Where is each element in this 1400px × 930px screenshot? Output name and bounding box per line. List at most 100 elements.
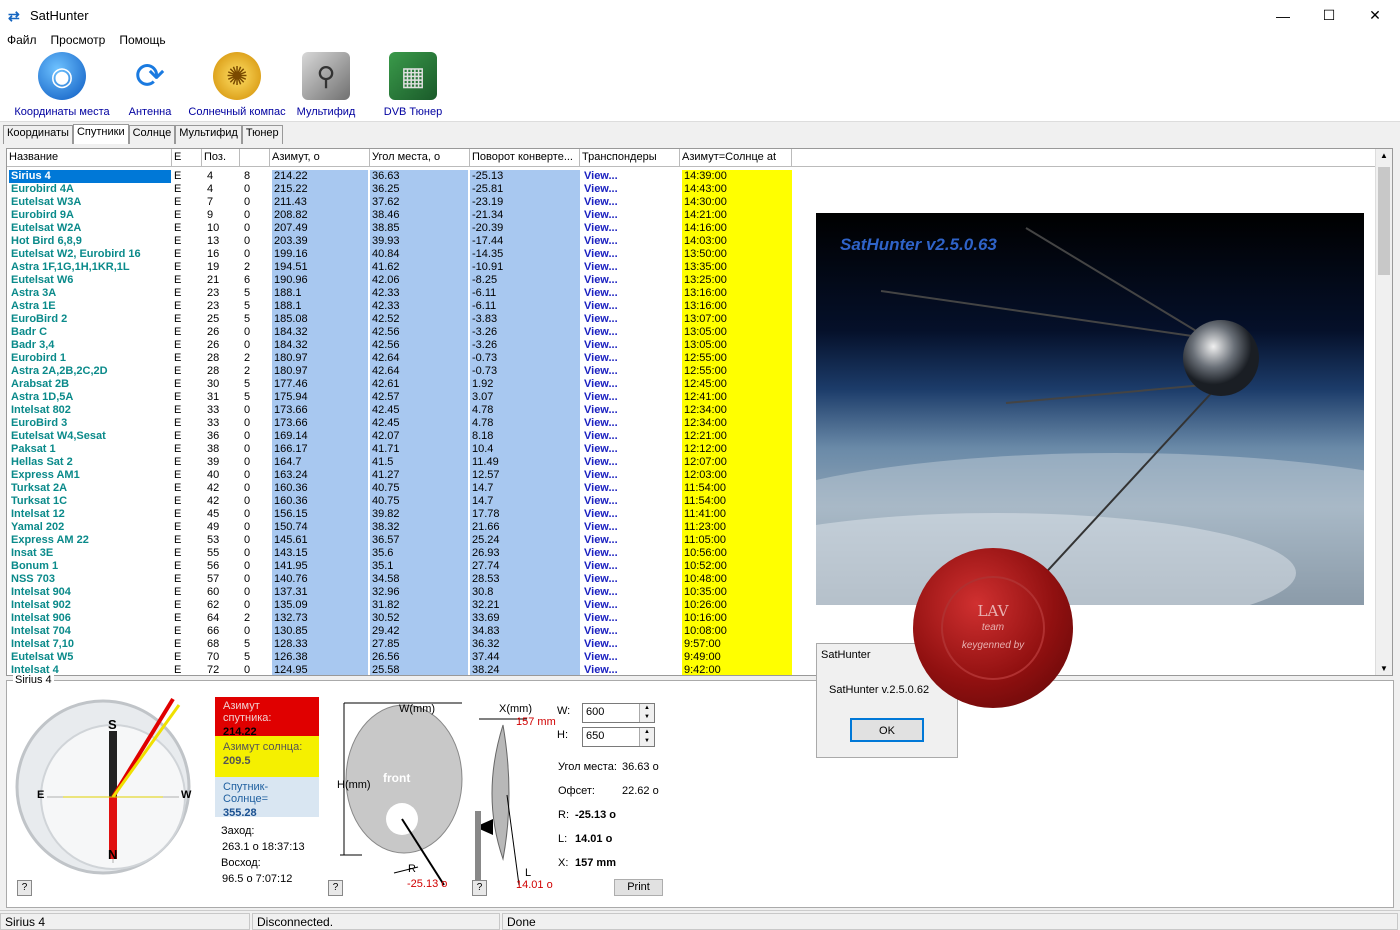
cell-transponders-link[interactable]: View... — [582, 469, 680, 482]
cell-pos: 10 — [207, 222, 220, 234]
cell-e: E — [174, 430, 182, 442]
tab-sun[interactable]: Солнце — [128, 125, 176, 144]
minimize-button[interactable]: — — [1260, 0, 1306, 31]
cell-transponders-link[interactable]: View... — [582, 443, 680, 456]
cell-elevation: 36.63 — [370, 170, 468, 183]
table-row[interactable]: Eutelsat W5 E 70 5 126.38 26.56 37.44 View... 9:… — [7, 651, 1377, 664]
cell-transponders-link[interactable]: View... — [582, 547, 680, 560]
cell-transponders-link[interactable]: View... — [582, 456, 680, 469]
col-header-transponders[interactable]: Транспондеры — [580, 149, 680, 166]
table-row[interactable]: Intelsat 704 E 66 0 130.85 29.42 34.83 View... 1… — [7, 625, 1377, 638]
cell-transponders-link[interactable]: View... — [582, 625, 680, 638]
tab-coordinates[interactable]: Координаты — [3, 125, 73, 144]
cell-transponders-link[interactable]: View... — [582, 651, 680, 664]
cell-transponders-link[interactable]: View... — [582, 521, 680, 534]
tab-tuner[interactable]: Тюнер — [241, 125, 283, 144]
toolbar-sun-compass-button[interactable]: ✺ Солнечный компас — [186, 50, 288, 120]
dish-width-label: W(mm) — [399, 703, 436, 715]
width-stepper[interactable]: 600 ▲ ▼ — [582, 703, 655, 723]
cell-n: 0 — [244, 430, 251, 442]
col-header-elevation[interactable]: Угол места, о — [370, 149, 470, 166]
col-header-name[interactable]: Название — [7, 149, 172, 166]
cell-transponders-link[interactable]: View... — [582, 248, 680, 261]
table-row[interactable]: Intelsat 906 E 64 2 132.73 30.52 33.69 View... 1… — [7, 612, 1377, 625]
table-row[interactable]: Sirius 4 E 4 8 214.22 36.63 -25.13 View... 14:39… — [7, 170, 1377, 183]
col-header-sun-time[interactable]: Азимут=Солнце at — [680, 149, 792, 166]
cell-transponders-link[interactable]: View... — [582, 287, 680, 300]
cell-transponders-link[interactable]: View... — [582, 170, 680, 183]
cell-azimuth: 140.76 — [272, 573, 368, 586]
cell-transponders-link[interactable]: View... — [582, 482, 680, 495]
col-header-pos[interactable]: Поз. — [202, 149, 240, 166]
cell-transponders-link[interactable]: View... — [582, 430, 680, 443]
cell-e: E — [174, 547, 182, 559]
cell-transponders-link[interactable]: View... — [582, 352, 680, 365]
cell-sun-time: 13:16:00 — [682, 300, 792, 313]
col-header-rotation[interactable]: Поворот конверте... — [470, 149, 580, 166]
cell-transponders-link[interactable]: View... — [582, 534, 680, 547]
print-button[interactable]: Print — [614, 879, 663, 896]
cell-transponders-link[interactable]: View... — [582, 339, 680, 352]
cell-transponders-link[interactable]: View... — [582, 326, 680, 339]
cell-transponders-link[interactable]: View... — [582, 560, 680, 573]
col-header-blank[interactable] — [240, 149, 270, 166]
cell-transponders-link[interactable]: View... — [582, 300, 680, 313]
table-row[interactable]: Eurobird 4A E 4 0 215.22 36.25 -25.81 View... 14… — [7, 183, 1377, 196]
toolbar-antenna-button[interactable]: ⟳ Антенна — [124, 50, 176, 120]
cell-transponders-link[interactable]: View... — [582, 508, 680, 521]
tab-satellites[interactable]: Спутники — [72, 124, 129, 144]
scroll-up-icon[interactable]: ▲ — [1380, 151, 1388, 160]
scroll-thumb[interactable] — [1378, 167, 1390, 275]
cell-transponders-link[interactable]: View... — [582, 378, 680, 391]
scroll-down-icon[interactable]: ▼ — [1380, 664, 1388, 673]
spin-arrows-icon[interactable]: ▲ ▼ — [639, 728, 654, 746]
menu-help[interactable]: Помощь — [112, 31, 172, 50]
compass-help-button[interactable]: ? — [17, 880, 32, 896]
cell-transponders-link[interactable]: View... — [582, 391, 680, 404]
cell-pos: 7 — [207, 196, 214, 208]
table-row[interactable]: Intelsat 7,10 E 68 5 128.33 27.85 36.32 View...… — [7, 638, 1377, 651]
cell-transponders-link[interactable]: View... — [582, 313, 680, 326]
cell-transponders-link[interactable]: View... — [582, 586, 680, 599]
menu-file[interactable]: Файл — [0, 31, 44, 50]
close-button[interactable]: ✕ — [1352, 0, 1398, 31]
toolbar-location-button[interactable]: ◉ Координаты места — [10, 50, 114, 120]
tab-multifeed[interactable]: Мультифид — [175, 125, 242, 144]
toolbar-multifeed-button[interactable]: ⚲ Мультифид — [296, 50, 356, 120]
cell-transponders-link[interactable]: View... — [582, 495, 680, 508]
cell-transponders-link[interactable]: View... — [582, 222, 680, 235]
toolbar-dvb-tuner-button[interactable]: ▦ DVB Тюнер — [382, 50, 444, 120]
cell-transponders-link[interactable]: View... — [582, 274, 680, 287]
dish-help-button[interactable]: ? — [328, 880, 343, 896]
dialog-ok-button[interactable]: OK — [850, 718, 924, 742]
cell-transponders-link[interactable]: View... — [582, 612, 680, 625]
cell-transponders-link[interactable]: View... — [582, 183, 680, 196]
height-stepper[interactable]: 650 ▲ ▼ — [582, 727, 655, 747]
cell-transponders-link[interactable]: View... — [582, 365, 680, 378]
spin-arrows-icon[interactable]: ▲ ▼ — [639, 704, 654, 722]
cell-n: 0 — [244, 625, 251, 637]
cell-name: Turksat 1C — [11, 495, 68, 507]
cell-name: Eutelsat W3A — [11, 196, 82, 208]
grid-scrollbar[interactable]: ▲ ▼ — [1375, 149, 1392, 675]
cell-transponders-link[interactable]: View... — [582, 599, 680, 612]
cell-transponders-link[interactable]: View... — [582, 235, 680, 248]
col-header-e[interactable]: E — [172, 149, 202, 166]
cell-transponders-link[interactable]: View... — [582, 209, 680, 222]
maximize-button[interactable]: ☐ — [1306, 0, 1352, 31]
menu-view[interactable]: Просмотр — [44, 31, 113, 50]
table-row[interactable]: Intelsat 4 E 72 0 124.95 25.58 38.24 View... 9:4… — [7, 664, 1377, 675]
side-help-button[interactable]: ? — [472, 880, 487, 896]
cell-rotation: 1.92 — [470, 378, 580, 391]
cell-transponders-link[interactable]: View... — [582, 196, 680, 209]
col-header-azimuth[interactable]: Азимут, о — [270, 149, 370, 166]
cell-transponders-link[interactable]: View... — [582, 417, 680, 430]
table-row[interactable]: Eutelsat W3A E 7 0 211.43 37.62 -23.19 View... 1… — [7, 196, 1377, 209]
splash-image: SatHunter v2.5.0.63 — [816, 213, 1364, 605]
tuner-card-icon: ▦ — [389, 52, 437, 100]
cell-transponders-link[interactable]: View... — [582, 638, 680, 651]
cell-transponders-link[interactable]: View... — [582, 573, 680, 586]
cell-transponders-link[interactable]: View... — [582, 404, 680, 417]
cell-transponders-link[interactable]: View... — [582, 261, 680, 274]
cell-transponders-link[interactable]: View... — [582, 664, 680, 675]
